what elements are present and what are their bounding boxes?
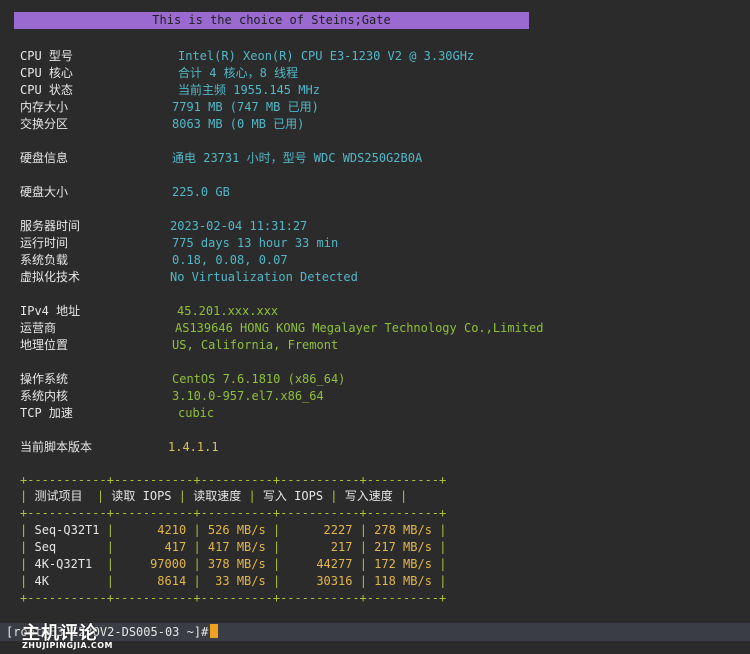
info-row: 交换分区 8063 MB (0 MB 已用) <box>20 116 304 133</box>
info-row: 服务器时间 2023-02-04 11:31:27 <box>20 218 307 235</box>
info-row: 内存大小 7791 MB (747 MB 已用) <box>20 99 319 116</box>
info-label: 服务器时间 <box>20 219 81 233</box>
info-value: No Virtualization Detected <box>170 270 358 284</box>
info-value: 2023-02-04 11:31:27 <box>170 219 308 233</box>
info-label: 系统负载 <box>20 253 69 267</box>
info-value: 775 days 13 hour 33 min <box>172 236 339 250</box>
info-value: 225.0 GB <box>172 185 230 199</box>
info-row: TCP 加速 cubic <box>20 405 214 422</box>
info-row: CPU 状态 当前主频 1955.145 MHz <box>20 82 320 99</box>
info-row: 系统内核 3.10.0-957.el7.x86_64 <box>20 388 324 405</box>
shell-prompt-bar[interactable]: [root@E3-1230V2-DS005-03 ~]# <box>0 623 750 641</box>
cursor <box>210 624 219 638</box>
info-row: 系统负载 0.18, 0.08, 0.07 <box>20 252 288 269</box>
table-border: +-----------+-----------+----------+----… <box>20 591 447 605</box>
info-label: 虚拟化技术 <box>20 270 81 284</box>
info-label: TCP 加速 <box>20 406 73 420</box>
info-label: IPv4 地址 <box>20 304 81 318</box>
info-value: Intel(R) Xeon(R) CPU E3-1230 V2 @ 3.30GH… <box>178 49 475 63</box>
info-label: CPU 型号 <box>20 49 73 63</box>
info-value: 通电 23731 小时，型号 WDC WDS250G2B0A <box>172 151 423 165</box>
table-row: | 4K-Q32T1 | 97000 | 378 MB/s | 44277 | … <box>20 557 447 571</box>
info-row: 运营商 AS139646 HONG KONG Megalayer Technolo… <box>20 320 543 337</box>
info-row: 硬盘大小 225.0 GB <box>20 184 230 201</box>
info-row: CPU 核心 合计 4 核心，8 线程 <box>20 65 298 82</box>
table-row: | Seq-Q32T1 | 4210 | 526 MB/s | 2227 | 2… <box>20 523 447 537</box>
info-label: 硬盘大小 <box>20 185 69 199</box>
info-label: 系统内核 <box>20 389 69 403</box>
info-row: 地理位置 US, California, Fremont <box>20 337 338 354</box>
info-label: 地理位置 <box>20 338 69 352</box>
banner-title: This is the choice of Steins;Gate <box>14 12 529 29</box>
info-row: 虚拟化技术 No Virtualization Detected <box>20 269 358 286</box>
table-header: | 测试项目 | 读取 IOPS | 读取速度 | 写入 IOPS | 写入速度… <box>20 489 408 503</box>
info-row: 运行时间 775 days 13 hour 33 min <box>20 235 338 252</box>
info-label: CPU 核心 <box>20 66 73 80</box>
info-value: 45.201.xxx.xxx <box>177 304 279 318</box>
info-value: 0.18, 0.08, 0.07 <box>172 253 288 267</box>
info-value: 3.10.0-957.el7.x86_64 <box>172 389 324 403</box>
table-border: +-----------+-----------+----------+----… <box>20 473 447 487</box>
info-label: 内存大小 <box>20 100 69 114</box>
info-value: 当前主频 1955.145 MHz <box>178 83 320 97</box>
table-row: | 4K | 8614 | 33 MB/s | 30316 | 118 MB/s… <box>20 574 447 588</box>
info-row: 当前脚本版本 1.4.1.1 <box>20 439 219 456</box>
info-value: CentOS 7.6.1810 (x86_64) <box>172 372 346 386</box>
info-label: 运营商 <box>20 321 57 335</box>
info-label: 交换分区 <box>20 117 69 131</box>
info-row: 硬盘信息 通电 23731 小时，型号 WDC WDS250G2B0A <box>20 150 422 167</box>
table-border: +-----------+-----------+----------+----… <box>20 506 447 520</box>
info-value: 8063 MB (0 MB 已用) <box>172 117 305 131</box>
info-label: 运行时间 <box>20 236 69 250</box>
info-value: 1.4.1.1 <box>168 440 219 454</box>
info-value: cubic <box>178 406 215 420</box>
table-row: | Seq | 417 | 417 MB/s | 217 | 217 MB/s … <box>20 540 447 554</box>
info-label: 当前脚本版本 <box>20 440 93 454</box>
info-row: IPv4 地址 45.201.xxx.xxx <box>20 303 278 320</box>
watermark-url: ZHUJIPINGJIA.COM <box>22 641 114 650</box>
info-row: 操作系统 CentOS 7.6.1810 (x86_64) <box>20 371 345 388</box>
info-label: 操作系统 <box>20 372 69 386</box>
info-value: US, California, Fremont <box>172 338 339 352</box>
info-value: 合计 4 核心，8 线程 <box>178 66 299 80</box>
info-row: CPU 型号 Intel(R) Xeon(R) CPU E3-1230 V2 @ … <box>20 48 474 65</box>
info-value: AS139646 HONG KONG Megalayer Technology … <box>175 321 544 335</box>
info-label: CPU 状态 <box>20 83 73 97</box>
info-value: 7791 MB (747 MB 已用) <box>172 100 319 114</box>
info-label: 硬盘信息 <box>20 151 69 165</box>
